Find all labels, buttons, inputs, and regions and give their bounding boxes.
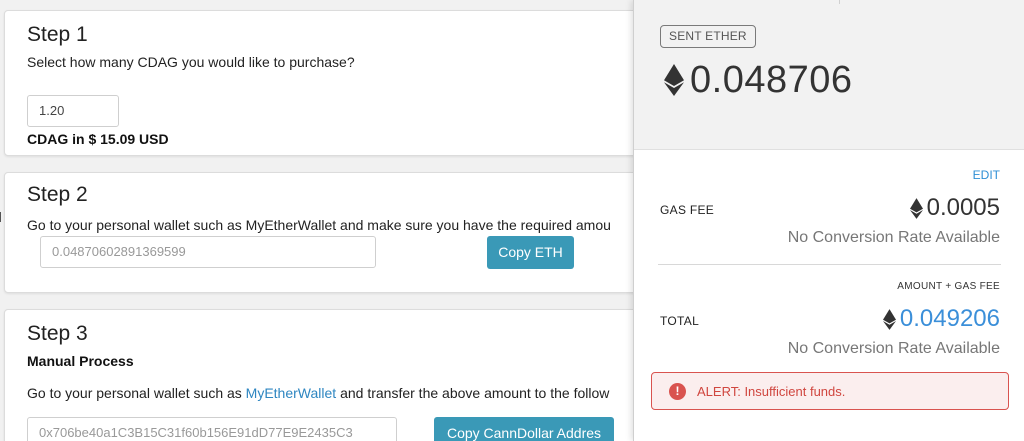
step3-title: Step 3 <box>27 322 88 345</box>
gas-conversion-text: No Conversion Rate Available <box>787 229 1000 246</box>
gas-fee-amount: 0.0005 <box>909 194 1000 222</box>
step3-card: Step 3 Manual Process Go to your persona… <box>4 309 640 441</box>
step2-title: Step 2 <box>27 183 88 206</box>
amount-gas-label: AMOUNT + GAS FEE <box>897 281 1000 292</box>
purchase-page: Step 1 Select how many CDAG you would li… <box>0 0 640 441</box>
step1-card: Step 1 Select how many CDAG you would li… <box>4 10 640 156</box>
edit-gas-button[interactable]: EDIT <box>973 168 1000 182</box>
wallet-address-field[interactable]: 0x706be40a1C3B15C31f60b156E91dD77E9E2435… <box>27 417 397 441</box>
step1-title: Step 1 <box>27 23 88 46</box>
total-amount-value: 0.049206 <box>899 305 1000 332</box>
insufficient-funds-alert: ! ALERT: Insufficient funds. <box>651 372 1009 410</box>
price-text: CDAG in $ 15.09 USD <box>27 131 169 147</box>
step2-card: Step 2 Go to your personal wallet such a… <box>4 172 640 293</box>
gas-fee-label: GAS FEE <box>660 203 715 217</box>
panel-tab-strip <box>634 0 1024 4</box>
step3-instruction-start: Go to your personal wallet such as <box>27 385 246 401</box>
step3-subtitle: Manual Process <box>27 353 134 369</box>
step3-instruction-end: and transfer the above amount to the fol… <box>336 385 610 401</box>
step1-prompt: Select how many CDAG you would like to p… <box>27 54 355 70</box>
divider <box>658 264 1001 265</box>
sent-ether-header: SENT ETHER 0.048706 <box>634 0 1024 150</box>
sent-ether-badge: SENT ETHER <box>660 25 756 48</box>
total-amount: 0.049206 <box>882 305 1000 333</box>
wallet-confirm-panel: SENT ETHER 0.048706 EDIT GAS FEE 0.0005 … <box>633 0 1024 441</box>
copy-address-button[interactable]: Copy CannDollar Addres <box>434 417 614 441</box>
eth-icon <box>664 64 684 96</box>
myetherwallet-link[interactable]: MyEtherWallet <box>246 385 337 401</box>
sent-amount-value: 0.048706 <box>690 58 853 101</box>
step2-instruction: Go to your personal wallet such as MyEth… <box>27 217 611 233</box>
total-label: TOTAL <box>660 314 700 328</box>
total-conversion-text: No Conversion Rate Available <box>787 340 1000 357</box>
copy-eth-button[interactable]: Copy ETH <box>487 236 574 269</box>
exclamation-icon: ! <box>669 382 686 400</box>
eth-icon <box>909 197 923 219</box>
eth-icon <box>882 308 896 330</box>
step3-instruction: Go to your personal wallet such as MyEth… <box>27 385 609 401</box>
quantity-input[interactable]: 1.20 <box>27 95 119 127</box>
eth-amount-field[interactable]: 0.04870602891369599 <box>40 236 376 268</box>
gas-fee-value: 0.0005 <box>926 194 1000 221</box>
alert-text: ALERT: Insufficient funds. <box>697 383 846 399</box>
text-cursor <box>0 212 4 222</box>
sent-amount: 0.048706 <box>664 57 853 103</box>
